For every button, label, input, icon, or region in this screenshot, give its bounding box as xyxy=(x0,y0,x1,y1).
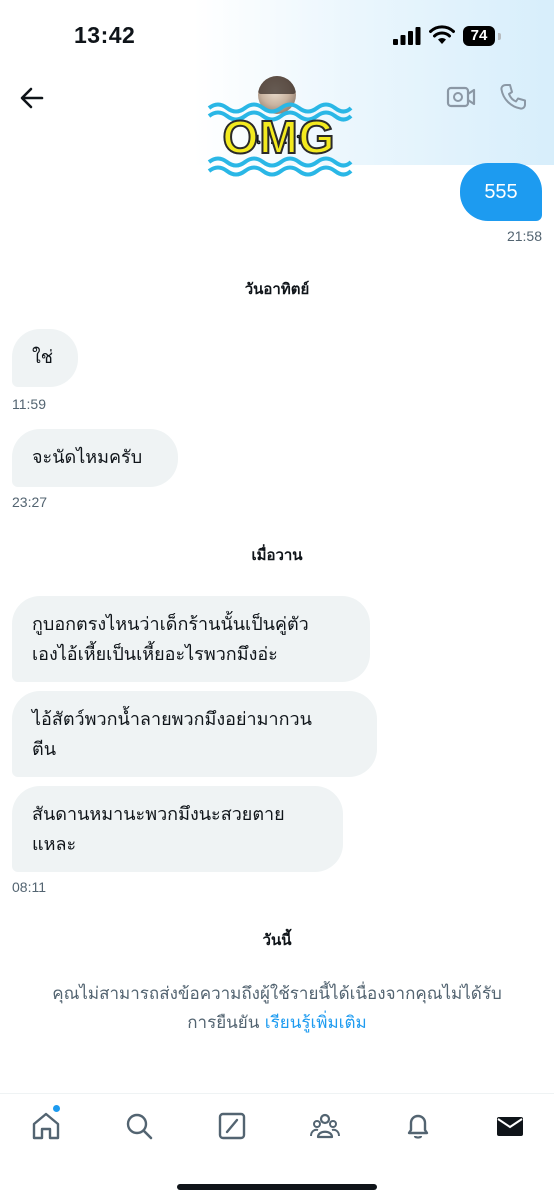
message-time: 11:59 xyxy=(12,396,46,412)
day-separator: วันนี้ xyxy=(262,931,292,949)
notice-line-2: การยืนยัน เรียนรู้เพิ่มเติม xyxy=(16,1009,538,1038)
message-text: ใช่ xyxy=(32,347,54,368)
communities-icon[interactable] xyxy=(309,1110,341,1142)
message-text-line: แหละ xyxy=(32,834,77,855)
grok-icon[interactable] xyxy=(216,1110,248,1142)
day-separator: เมื่อวาน xyxy=(251,546,303,564)
search-icon[interactable] xyxy=(123,1110,155,1142)
incoming-message-bubble[interactable]: ใช่ xyxy=(12,329,78,387)
home-icon[interactable] xyxy=(30,1110,62,1142)
learn-more-link[interactable]: เรียนรู้เพิ่มเติม xyxy=(265,1013,367,1033)
avatar-hair xyxy=(258,76,296,94)
incoming-message-bubble[interactable]: ไอ้สัตว์พวกน้ำลายพวกมึงอย่ามากวน ตีน xyxy=(12,691,377,777)
messages-icon[interactable] xyxy=(494,1110,526,1142)
incoming-message-bubble[interactable]: จะนัดไหมครับ xyxy=(12,429,178,487)
video-call-icon[interactable] xyxy=(446,84,476,110)
incoming-message-bubble[interactable]: สันดานหมานะพวกมึงนะสวยตาย แหละ xyxy=(12,786,343,872)
wifi-icon xyxy=(429,25,455,44)
message-text-line: กูบอกตรงไหนว่าเด็กร้านนั้นเป็นคู่ตัว xyxy=(32,614,309,635)
notice-line: คุณไม่สามารถส่งข้อความถึงผู้ใช้รายนี้ได้… xyxy=(52,984,502,1004)
message-text: จะนัดไหมครับ xyxy=(32,447,143,468)
outgoing-message-time: 21:58 xyxy=(506,228,542,244)
cellular-signal-icon xyxy=(393,27,421,45)
message-text-line: เองไอ้เหี้ยเป็นเหี้ยอะไรพวกมึงอ่ะ xyxy=(32,644,278,665)
notifications-icon[interactable] xyxy=(402,1110,434,1142)
omg-sticker: OMG xyxy=(205,98,353,180)
battery-cap xyxy=(498,33,501,40)
message-text-line: สันดานหมานะพวกมึงนะสวยตาย xyxy=(32,804,285,825)
message-text-line: ไอ้สัตว์พวกน้ำลายพวกมึงอย่ามากวน xyxy=(32,709,312,730)
day-separator: วันอาทิตย์ xyxy=(244,280,310,298)
status-bar: 13:42 74 xyxy=(0,0,554,72)
omg-sticker-text: OMG xyxy=(222,110,336,164)
phone-call-icon[interactable] xyxy=(498,82,528,112)
incoming-message-bubble[interactable]: กูบอกตรงไหนว่าเด็กร้านนั้นเป็นคู่ตัว เอง… xyxy=(12,596,370,682)
new-posts-dot xyxy=(53,1105,60,1112)
back-arrow-icon[interactable] xyxy=(16,82,48,114)
message-time: 08:11 xyxy=(12,879,46,895)
cannot-message-notice: คุณไม่สามารถส่งข้อความถึงผู้ใช้รายนี้ได้… xyxy=(16,980,538,1038)
message-text-line: ตีน xyxy=(32,739,56,760)
status-time: 13:42 xyxy=(74,22,136,48)
message-time: 23:27 xyxy=(12,494,48,510)
home-indicator xyxy=(177,1184,377,1190)
notice-text: การยืนยัน xyxy=(187,1013,260,1033)
outgoing-message-bubble[interactable]: 555 xyxy=(460,163,542,221)
battery-indicator: 74 xyxy=(463,26,495,46)
